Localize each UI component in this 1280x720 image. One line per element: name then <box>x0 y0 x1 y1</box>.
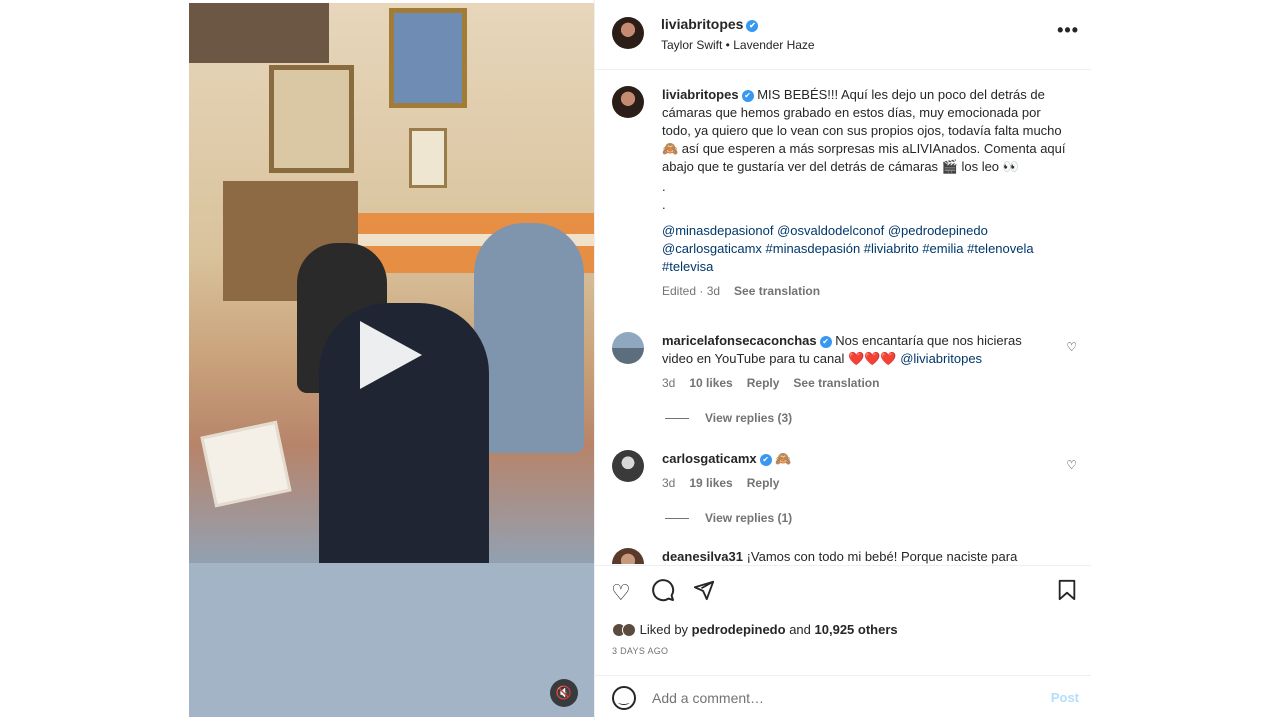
post-author[interactable]: liviabritopes ✔ <box>661 16 759 32</box>
comment-text: ¡Vamos con todo mi bebé! Porque naciste … <box>746 549 1018 564</box>
likes-user[interactable]: pedrodepinedo <box>692 622 786 637</box>
avatar[interactable] <box>612 450 644 482</box>
likes-summary[interactable]: Liked by pedrodepinedo and 10,925 others <box>612 622 898 637</box>
likes-count[interactable]: 10,925 others <box>815 622 898 637</box>
avatar[interactable] <box>612 332 644 364</box>
play-icon[interactable] <box>360 321 422 389</box>
emoji-icon[interactable] <box>612 686 636 710</box>
avatar[interactable] <box>612 17 644 49</box>
video-scene-painting <box>389 8 467 108</box>
reply-button[interactable]: Reply <box>747 476 780 490</box>
comment-hearts: ❤️❤️❤️ <box>848 351 897 366</box>
comment-like-icon[interactable]: ♡ <box>1066 458 1077 472</box>
comments-section[interactable]: liviabritopes ✔ MIS BEBÉS!!! Aquí les dej… <box>595 70 1091 564</box>
comment-likes[interactable]: 10 likes <box>689 376 732 390</box>
see-translation-link[interactable]: See translation <box>793 376 879 390</box>
comment-username[interactable]: maricelafonsecaconchas <box>662 333 817 348</box>
comment-likes[interactable]: 19 likes <box>689 476 732 490</box>
avatar <box>622 623 636 637</box>
verified-icon: ✔ <box>819 336 832 348</box>
comment-body: maricelafonsecaconchas ✔ Nos encantaría q… <box>662 332 1042 392</box>
more-options-icon[interactable]: ••• <box>1057 20 1079 41</box>
comment-input[interactable] <box>652 686 1032 710</box>
avatar[interactable] <box>612 548 644 564</box>
caption-username[interactable]: liviabritopes <box>662 87 739 102</box>
save-icon[interactable] <box>1057 579 1077 607</box>
comment-like-icon[interactable]: ♡ <box>1066 340 1077 354</box>
comment-time: 3d <box>662 476 676 490</box>
share-icon[interactable] <box>693 579 715 607</box>
audio-track[interactable]: Taylor Swift • Lavender Haze <box>661 38 815 52</box>
caption-meta: Edited · 3d See translation <box>662 282 1067 300</box>
video-scene-certificate <box>409 128 447 188</box>
video-scene-photo <box>200 420 292 508</box>
video-scene-man <box>474 223 584 453</box>
add-comment-bar: Post <box>595 675 1091 720</box>
avatar[interactable] <box>612 86 644 118</box>
caption-dots: . . <box>662 179 666 212</box>
video-scene-beam <box>189 3 329 63</box>
post-button[interactable]: Post <box>1051 690 1079 705</box>
likes-prefix: Liked by <box>639 622 689 637</box>
verified-icon: ✔ <box>759 454 772 466</box>
comment-body: carlosgaticamx ✔ 🙈 3d 19 likes Reply <box>662 450 1042 492</box>
comment-icon[interactable] <box>651 578 675 608</box>
verified-icon: ✔ <box>741 90 754 102</box>
likes-conj: and <box>789 622 811 637</box>
post-side-panel: liviabritopes ✔ Taylor Swift • Lavender H… <box>594 0 1091 720</box>
comment-meta: 3d 19 likes Reply <box>662 474 1042 492</box>
comment-meta: 3d 10 likes Reply See translation <box>662 374 1042 392</box>
video-scene-rug <box>189 563 594 717</box>
post-video[interactable]: 🔇 <box>189 3 594 717</box>
see-translation-link[interactable]: See translation <box>734 284 820 298</box>
post-header: liviabritopes ✔ Taylor Swift • Lavender H… <box>595 0 1091 70</box>
like-icon[interactable]: ♡ <box>611 580 631 606</box>
caption-time: Edited · 3d <box>662 284 721 298</box>
comment-mention[interactable]: @liviabritopes <box>900 351 982 366</box>
comment-body: deanesilva31 ¡Vamos con todo mi bebé! Po… <box>662 548 1042 564</box>
comment-time: 3d <box>662 376 676 390</box>
verified-icon: ✔ <box>746 20 759 32</box>
comment-text: 🙈 <box>775 451 792 466</box>
post-date: 3 DAYS AGO <box>612 646 669 656</box>
view-replies-button[interactable]: View replies (3) <box>665 411 792 425</box>
reply-button[interactable]: Reply <box>747 376 780 390</box>
caption-tags[interactable]: @minasdepasionof @osvaldodelconof @pedro… <box>662 222 1067 276</box>
post-actions: ♡ <box>595 565 1091 617</box>
view-replies-button[interactable]: View replies (1) <box>665 511 792 525</box>
comment-username[interactable]: deanesilva31 <box>662 549 743 564</box>
post-caption: liviabritopes ✔ MIS BEBÉS!!! Aquí les dej… <box>662 86 1067 300</box>
video-scene-frame <box>269 65 354 173</box>
comment-username[interactable]: carlosgaticamx <box>662 451 757 466</box>
mute-icon[interactable]: 🔇 <box>550 679 578 707</box>
post-author-username[interactable]: liviabritopes <box>661 16 743 32</box>
